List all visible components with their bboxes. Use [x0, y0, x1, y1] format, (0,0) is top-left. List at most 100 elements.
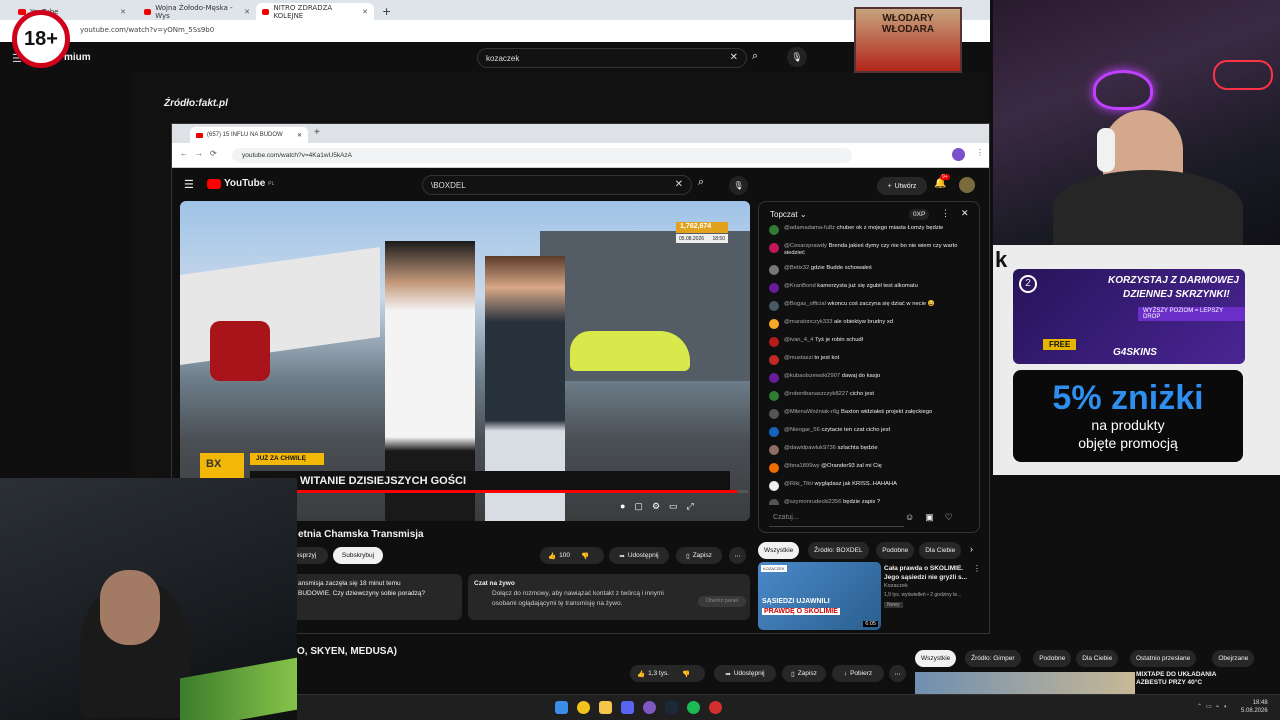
chat-username[interactable]: @KranBond — [784, 283, 816, 289]
more-actions-button[interactable]: ⋯ — [729, 547, 746, 564]
more-icon[interactable]: ⋮ — [976, 148, 984, 157]
chat-username[interactable]: @Cesarzprawdy — [784, 243, 827, 249]
avatar[interactable] — [769, 337, 779, 347]
close-icon[interactable]: ✕ — [961, 208, 969, 219]
chrome-icon[interactable] — [577, 701, 590, 714]
avatar[interactable] — [769, 243, 779, 253]
chat-username[interactable]: @maratonczyk333 — [784, 319, 832, 325]
chat-username[interactable]: @ivan_4_4 — [784, 337, 813, 343]
outer-save-button[interactable]: ▯ Zapisz — [782, 665, 826, 682]
inner-tab[interactable]: (657) 15 INFLU NA BUDOW ✕ — [190, 127, 308, 143]
tray-icons[interactable]: ⌃▭⌁◖ — [1197, 703, 1231, 710]
menu-icon[interactable]: ☰ — [184, 178, 194, 191]
avatar[interactable] — [959, 177, 975, 193]
rec-thumbnail[interactable]: KOZACZEK SĄSIEDZI UJAWNILI PRAWDĘ O SKOL… — [758, 562, 881, 630]
filter-chip[interactable]: Źródło: BOXDEL — [808, 542, 869, 559]
avatar[interactable] — [769, 427, 779, 437]
filter-chip[interactable]: Wszystkie — [915, 650, 957, 667]
avatar[interactable] — [769, 481, 779, 491]
outer-like-button[interactable]: 👍 1,3 tys. 👎 — [630, 665, 705, 682]
avatar[interactable] — [769, 225, 779, 235]
outer-rec-info[interactable]: MIXTAPE DO UKŁADANIA AZBESTU PRZY 40°C — [1136, 671, 1276, 687]
filter-chip[interactable]: Ostatnio przesłane — [1130, 650, 1197, 667]
browser-icon[interactable] — [643, 701, 656, 714]
clock[interactable]: 18:48 5.08.2026 — [1241, 699, 1268, 715]
youtube-logo[interactable]: mium — [64, 52, 91, 63]
chat-input[interactable]: Czatuj... — [769, 510, 904, 527]
outer-search-input[interactable]: kozaczek ✕ — [477, 48, 747, 68]
spotify-icon[interactable] — [687, 701, 700, 714]
more-icon[interactable]: ⋮ — [941, 208, 950, 219]
chat-username[interactable]: @szymonrudecki2356 — [784, 499, 841, 505]
inner-url-field[interactable]: youtube.com/watch?v=4Ka1wU5kAzA — [232, 148, 852, 163]
chat-username[interactable]: @adamadama-fu8z — [784, 225, 835, 231]
filter-chip[interactable]: Obejrzane — [1212, 650, 1255, 667]
nav-buttons[interactable]: ←→⟳ — [180, 149, 224, 158]
new-tab-button[interactable]: + — [376, 3, 397, 20]
avatar[interactable] — [769, 463, 779, 473]
outer-download-button[interactable]: ↓ Pobierz — [832, 665, 884, 682]
subscribe-button[interactable]: Subskrybuj — [333, 547, 383, 564]
chat-mode-dropdown[interactable]: Topczat ⌄ — [770, 210, 807, 219]
youtube-logo[interactable]: YouTube PL — [207, 178, 274, 189]
discord-icon[interactable] — [621, 701, 634, 714]
outer-more-button[interactable]: ⋯ — [889, 665, 906, 682]
avatar[interactable] — [769, 301, 779, 311]
steam-icon[interactable] — [665, 701, 678, 714]
filter-chip[interactable]: Podobne — [876, 542, 915, 559]
search-icon[interactable]: ⌕ — [698, 176, 704, 189]
chat-username[interactable]: @Nieogar_56 — [784, 427, 820, 433]
avatar[interactable] — [769, 499, 779, 505]
player-controls[interactable]: ●▢⚙▭⤢ — [620, 501, 703, 512]
avatar[interactable] — [769, 355, 779, 365]
clear-icon[interactable]: ✕ — [730, 52, 738, 63]
outer-rec-thumbnail[interactable] — [915, 672, 1135, 694]
chat-username[interactable]: @Riki_Tikii — [784, 481, 813, 487]
outer-tab-wojna[interactable]: Wojna Żołodo-Męska - Wys ✕ — [138, 3, 256, 20]
avatar[interactable] — [769, 409, 779, 419]
rec-info[interactable]: Cała prawda o SKOLIMIE. Jego sąsiedzi ni… — [884, 564, 974, 610]
share-button[interactable]: ➦ Udostępnij — [609, 547, 669, 564]
outer-tab-nitro[interactable]: NITRO ZDRADZA KOLEJNE ✕ — [256, 3, 374, 20]
chat-username[interactable]: @Betix32 — [784, 265, 809, 271]
avatar[interactable] — [769, 265, 779, 275]
inner-search-input[interactable]: \BOXDEL ✕ — [422, 175, 692, 195]
close-icon[interactable]: ✕ — [297, 132, 302, 139]
profile-avatar[interactable] — [952, 148, 965, 161]
open-panel-button[interactable]: Otwórz panel — [698, 596, 746, 607]
chat-username[interactable]: @Bogas_official — [784, 301, 826, 307]
windows-start-icon[interactable] — [555, 701, 568, 714]
like-button[interactable]: 👍 100 👎 — [540, 547, 604, 564]
mic-icon[interactable]: 🎙 — [729, 176, 748, 195]
chat-username[interactable]: @dawidpawluk9736 — [784, 445, 836, 451]
app-icon[interactable] — [709, 701, 722, 714]
g4skins-ad[interactable]: 2 KORZYSTAJ Z DARMOWEJ DZIENNEJ SKRZYNKI… — [1013, 269, 1245, 364]
avatar[interactable] — [769, 319, 779, 329]
close-icon[interactable]: ✕ — [120, 8, 126, 16]
avatar[interactable] — [769, 445, 779, 455]
outer-address-bar[interactable]: youtube.com/watch?v=yONm_5Ss9b0 — [0, 20, 990, 42]
chevron-right-icon[interactable]: › — [970, 544, 973, 554]
chat-username[interactable]: @kubaolszewski2907 — [784, 373, 840, 379]
filter-chip[interactable]: Wszystkie — [758, 542, 800, 559]
close-icon[interactable]: ✕ — [362, 8, 368, 16]
save-button[interactable]: ▯ Zapisz — [676, 547, 722, 564]
avatar[interactable] — [769, 391, 779, 401]
chat-username[interactable]: @mustaszi — [784, 355, 813, 361]
avatar[interactable] — [769, 373, 779, 383]
video-player[interactable]: 1,762,674 05.08.2026 18:50 BX JUŻ ZA CHWI… — [180, 201, 750, 521]
mic-icon[interactable]: 🎙 — [787, 47, 807, 67]
close-icon[interactable]: ✕ — [244, 8, 250, 16]
filter-chip[interactable]: Dla Ciebie — [1076, 650, 1119, 667]
chat-username[interactable]: @bna1899wy — [784, 463, 820, 469]
clear-icon[interactable]: ✕ — [675, 179, 683, 190]
description-box[interactable]: ansmisja zaczęła się 18 minut temu BUDOW… — [290, 574, 462, 620]
avatar[interactable] — [769, 283, 779, 293]
filter-chip[interactable]: Dla Ciebie — [919, 542, 962, 559]
chat-username[interactable]: @MilenaWoźniak-r6g — [784, 409, 839, 415]
more-icon[interactable]: ⋮ — [973, 564, 981, 573]
filter-chip[interactable]: Podobne — [1033, 650, 1072, 667]
folder-icon[interactable] — [599, 701, 612, 714]
chat-username[interactable]: @robertbanaszczyk8227 — [784, 391, 848, 397]
outer-share-button[interactable]: ➦ Udostępnij — [714, 665, 776, 682]
